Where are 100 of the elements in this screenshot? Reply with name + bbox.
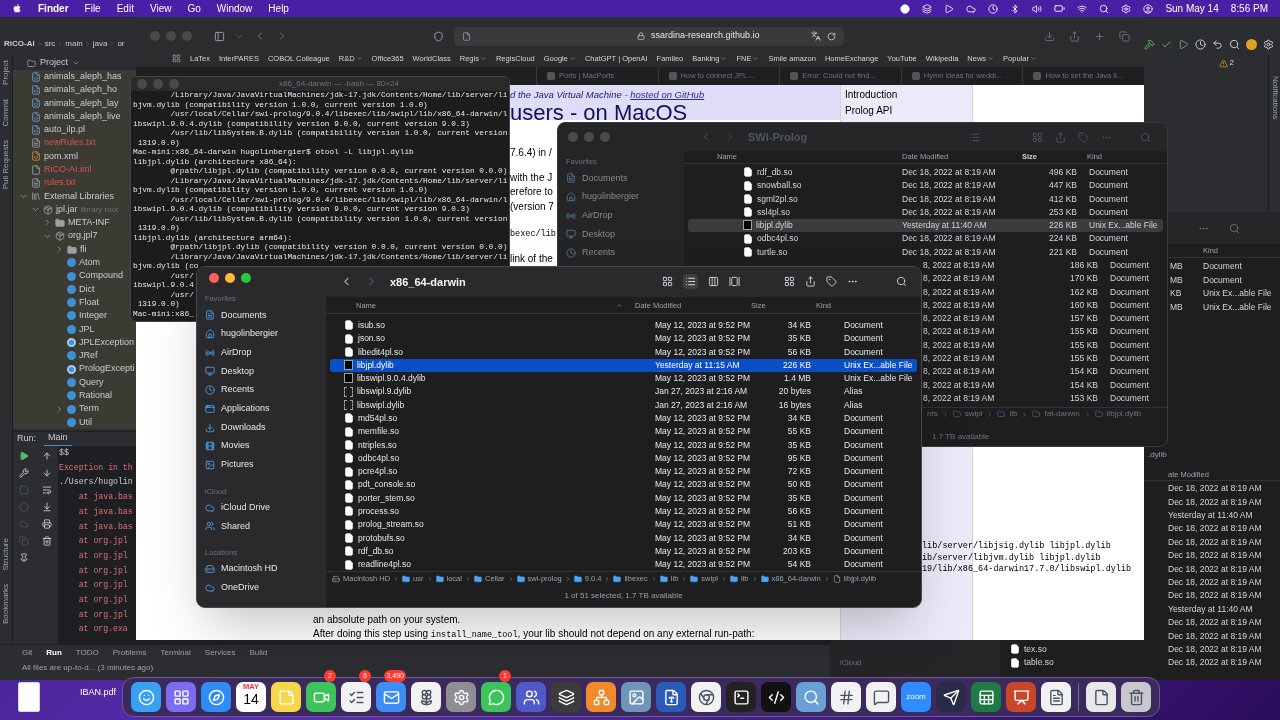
tree-item[interactable]: JPL [79, 322, 95, 337]
file-row[interactable]: 8, 2022 at 8:19 AM 162 KB Document [923, 285, 1163, 299]
file-row[interactable]: 8, 2022 at 8:19 AM 157 KB Document [923, 311, 1163, 326]
file-row[interactable]: process.so May 12, 2023 at 9:52 PM 56 KB Document [330, 504, 917, 519]
file-row[interactable]: 8, 2022 at 8:19 AM 154 KB Document [923, 378, 1163, 392]
file-row[interactable]: porter_stem.so May 12, 2023 at 9:52 PM 35 KB Document [330, 491, 917, 505]
file-row[interactable]: libjpl.dylib Yesterday at 11:15 AM 226 KB Unix Ex...able File [330, 358, 917, 372]
address-field[interactable]: ssardina-research.github.io [454, 26, 844, 46]
tool-window-tab[interactable]: Terminal [160, 646, 191, 659]
side-tab[interactable]: Commit [0, 98, 12, 127]
nav-link[interactable]: Introduction [845, 87, 972, 103]
tree-item[interactable]: auto_ilp.pl [44, 123, 86, 137]
tree-item[interactable]: Float [79, 295, 99, 310]
file-row[interactable]: libswipl.dylib Jan 27, 2023 at 2:16 AM 16 bytes Alias [330, 398, 917, 412]
file-row[interactable]: libswipl.9.0.4.dylib May 12, 2023 at 9:52 PM 1.4 MB Unix Ex...able File [330, 371, 917, 386]
breadcrumb-item[interactable]: main [65, 38, 83, 50]
breadcrumb-item[interactable]: src [44, 38, 56, 50]
tree-item[interactable]: META-INF [68, 216, 110, 230]
file-row[interactable]: md54pl.so May 12, 2023 at 9:52 PM 34 KB Document [330, 411, 917, 425]
menu-item[interactable]: Window [216, 1, 253, 16]
sidebar-item[interactable]: Recents [221, 383, 255, 397]
sidebar-item[interactable]: Shared [221, 519, 251, 534]
tree-item[interactable]: Rational [79, 389, 113, 403]
path-item[interactable]: swipl [964, 408, 983, 420]
tool-window-tab[interactable]: TODO [75, 646, 99, 659]
desktop-file-label[interactable]: IBAN.pdf [80, 686, 117, 700]
file-row[interactable]: snowball.so Dec 18, 2022 at 8:19 AM 447 KB Document [688, 178, 1163, 193]
sidebar-item[interactable]: OneDrive [221, 580, 259, 595]
file-row[interactable]: protobufs.so May 12, 2023 at 9:52 PM 34 KB Document [330, 531, 917, 545]
file-row[interactable]: libjpl.dylib Yesterday at 11:40 AM 226 KB Unix Ex...able File [688, 218, 1163, 233]
menu-item[interactable]: View [149, 1, 172, 16]
file-row[interactable]: ntriples.so May 12, 2023 at 9:52 PM 35 KB Document [330, 438, 917, 452]
tree-item[interactable]: Atom [79, 256, 100, 270]
file-row[interactable]: memfile.so May 12, 2023 at 9:52 PM 55 KB Document [330, 425, 917, 439]
sidebar-item[interactable]: Documents [582, 171, 628, 186]
file-row[interactable]: 8, 2022 at 8:19 AM 153 KB Document [923, 391, 1163, 405]
tree-item[interactable]: Query [79, 375, 104, 390]
tree-item[interactable]: Dict [79, 282, 95, 297]
sidebar-item[interactable]: Recents [582, 246, 616, 260]
file-row[interactable]: 8, 2022 at 8:19 AM 154 KB Document [923, 365, 1163, 379]
sidebar-item[interactable]: Documents [221, 308, 267, 323]
menu-bar-date[interactable]: Sun May 14 [1165, 1, 1219, 16]
file-row[interactable]: libswipl.9.dylib Jan 27, 2023 at 2:16 AM 20 bytes Alias [330, 385, 917, 399]
file-row[interactable]: 8, 2022 at 8:19 AM 186 KB Document [923, 258, 1163, 273]
file-row[interactable]: turtle.so Dec 18, 2022 at 8:19 AM 221 KB Document [688, 245, 1163, 259]
sidebar-item[interactable]: AirDrop [221, 346, 252, 360]
tree-item[interactable]: Util [79, 415, 92, 430]
file-row[interactable]: 8, 2022 at 8:19 AM 155 KB Document [923, 325, 1163, 339]
tree-item[interactable]: Term [79, 402, 99, 416]
file-row[interactable]: 8, 2022 at 8:19 AM 155 KB Document [923, 351, 1163, 366]
file-row[interactable]: 8, 2022 at 8:19 AM 160 KB Document [923, 298, 1163, 312]
tree-item[interactable]: External Libraries [44, 189, 115, 204]
file-row[interactable]: json.so May 12, 2023 at 9:52 PM 35 KB Document [330, 331, 917, 346]
file-row[interactable]: prolog_stream.so May 12, 2023 at 9:52 PM 51 KB Document [330, 518, 917, 532]
file-row[interactable]: odbc4pl.so Dec 18, 2022 at 8:19 AM 224 KB Document [688, 232, 1163, 246]
tool-window-tab[interactable]: Git [22, 646, 33, 659]
breadcrumb-item[interactable]: or [117, 38, 125, 50]
tool-window-tab[interactable]: Services [204, 646, 236, 659]
sidebar-item[interactable]: iCloud Drive [221, 500, 271, 515]
tool-window-tab[interactable]: Build [249, 646, 268, 659]
tree-item[interactable]: PrologExcepti [79, 362, 135, 376]
side-tab[interactable]: Bookmarks [0, 584, 12, 624]
sidebar-item[interactable]: Downloads [221, 420, 266, 435]
path-item[interactable]: lib [1009, 408, 1018, 420]
file-row[interactable]: pcre4pl.so May 12, 2023 at 9:52 PM 72 KB Document [330, 464, 917, 479]
tree-item[interactable]: animals_aleph_lay [44, 96, 119, 110]
tree-item[interactable]: JPLException [79, 335, 135, 350]
side-tab[interactable]: Project [0, 60, 12, 85]
path-item[interactable]: fat-darwin [1044, 408, 1080, 420]
tree-item[interactable]: JRef [79, 349, 98, 363]
sidebar-item[interactable]: Applications [221, 402, 270, 416]
github-link[interactable]: hosted on GitHub [630, 89, 705, 100]
side-tab[interactable]: Notifications [1268, 76, 1280, 120]
tree-item[interactable]: animals_aleph_live [44, 109, 121, 124]
tree-item[interactable]: org.jpl7 [68, 229, 98, 243]
sidebar-item[interactable]: Pictures [221, 458, 254, 472]
side-tab[interactable]: Structure [0, 537, 12, 570]
breadcrumb-item[interactable]: java [92, 38, 108, 50]
file-row[interactable]: rdf_db.so Dec 18, 2022 at 8:19 AM 496 KB Document [688, 165, 1163, 179]
file-row[interactable]: 8, 2022 at 8:19 AM 170 KB Document [923, 272, 1163, 286]
file-row[interactable]: readline4pl.so May 12, 2023 at 9:52 PM 54 KB Document [330, 558, 917, 572]
file-row[interactable]: pdt_console.so May 12, 2023 at 9:52 PM 50 KB Document [330, 478, 917, 492]
file-row[interactable]: ssl4pl.so Dec 18, 2022 at 8:19 AM 253 KB Document [688, 205, 1163, 219]
nav-link[interactable]: Prolog API [845, 103, 972, 119]
tree-item[interactable]: Integer [79, 309, 108, 323]
tool-window-tab[interactable]: Run [46, 646, 62, 659]
file-row[interactable]: libedit4pl.so May 12, 2023 at 9:52 PM 56 KB Document [330, 345, 917, 359]
tree-item[interactable]: Compound [79, 269, 124, 283]
tree-item[interactable]: animals_aleph_has [44, 69, 122, 84]
tree-item[interactable]: pom.xml [44, 149, 78, 164]
tree-item[interactable]: jpl.jar [56, 202, 78, 217]
menu-item[interactable]: Edit [116, 1, 134, 16]
menu-bar-time[interactable]: 8:56 PM [1230, 1, 1268, 16]
breadcrumb-item[interactable]: RiCO-AI [4, 38, 35, 50]
tree-item[interactable]: fli [80, 242, 87, 257]
path-item[interactable]: libjpl.dylib [1106, 408, 1142, 420]
sidebar-item[interactable]: Desktop [582, 227, 616, 242]
sidebar-item[interactable]: AirDrop [582, 208, 613, 223]
sidebar-item[interactable]: hugolinbergier [221, 327, 279, 341]
sidebar-item[interactable]: hugolinbergier [582, 190, 640, 204]
